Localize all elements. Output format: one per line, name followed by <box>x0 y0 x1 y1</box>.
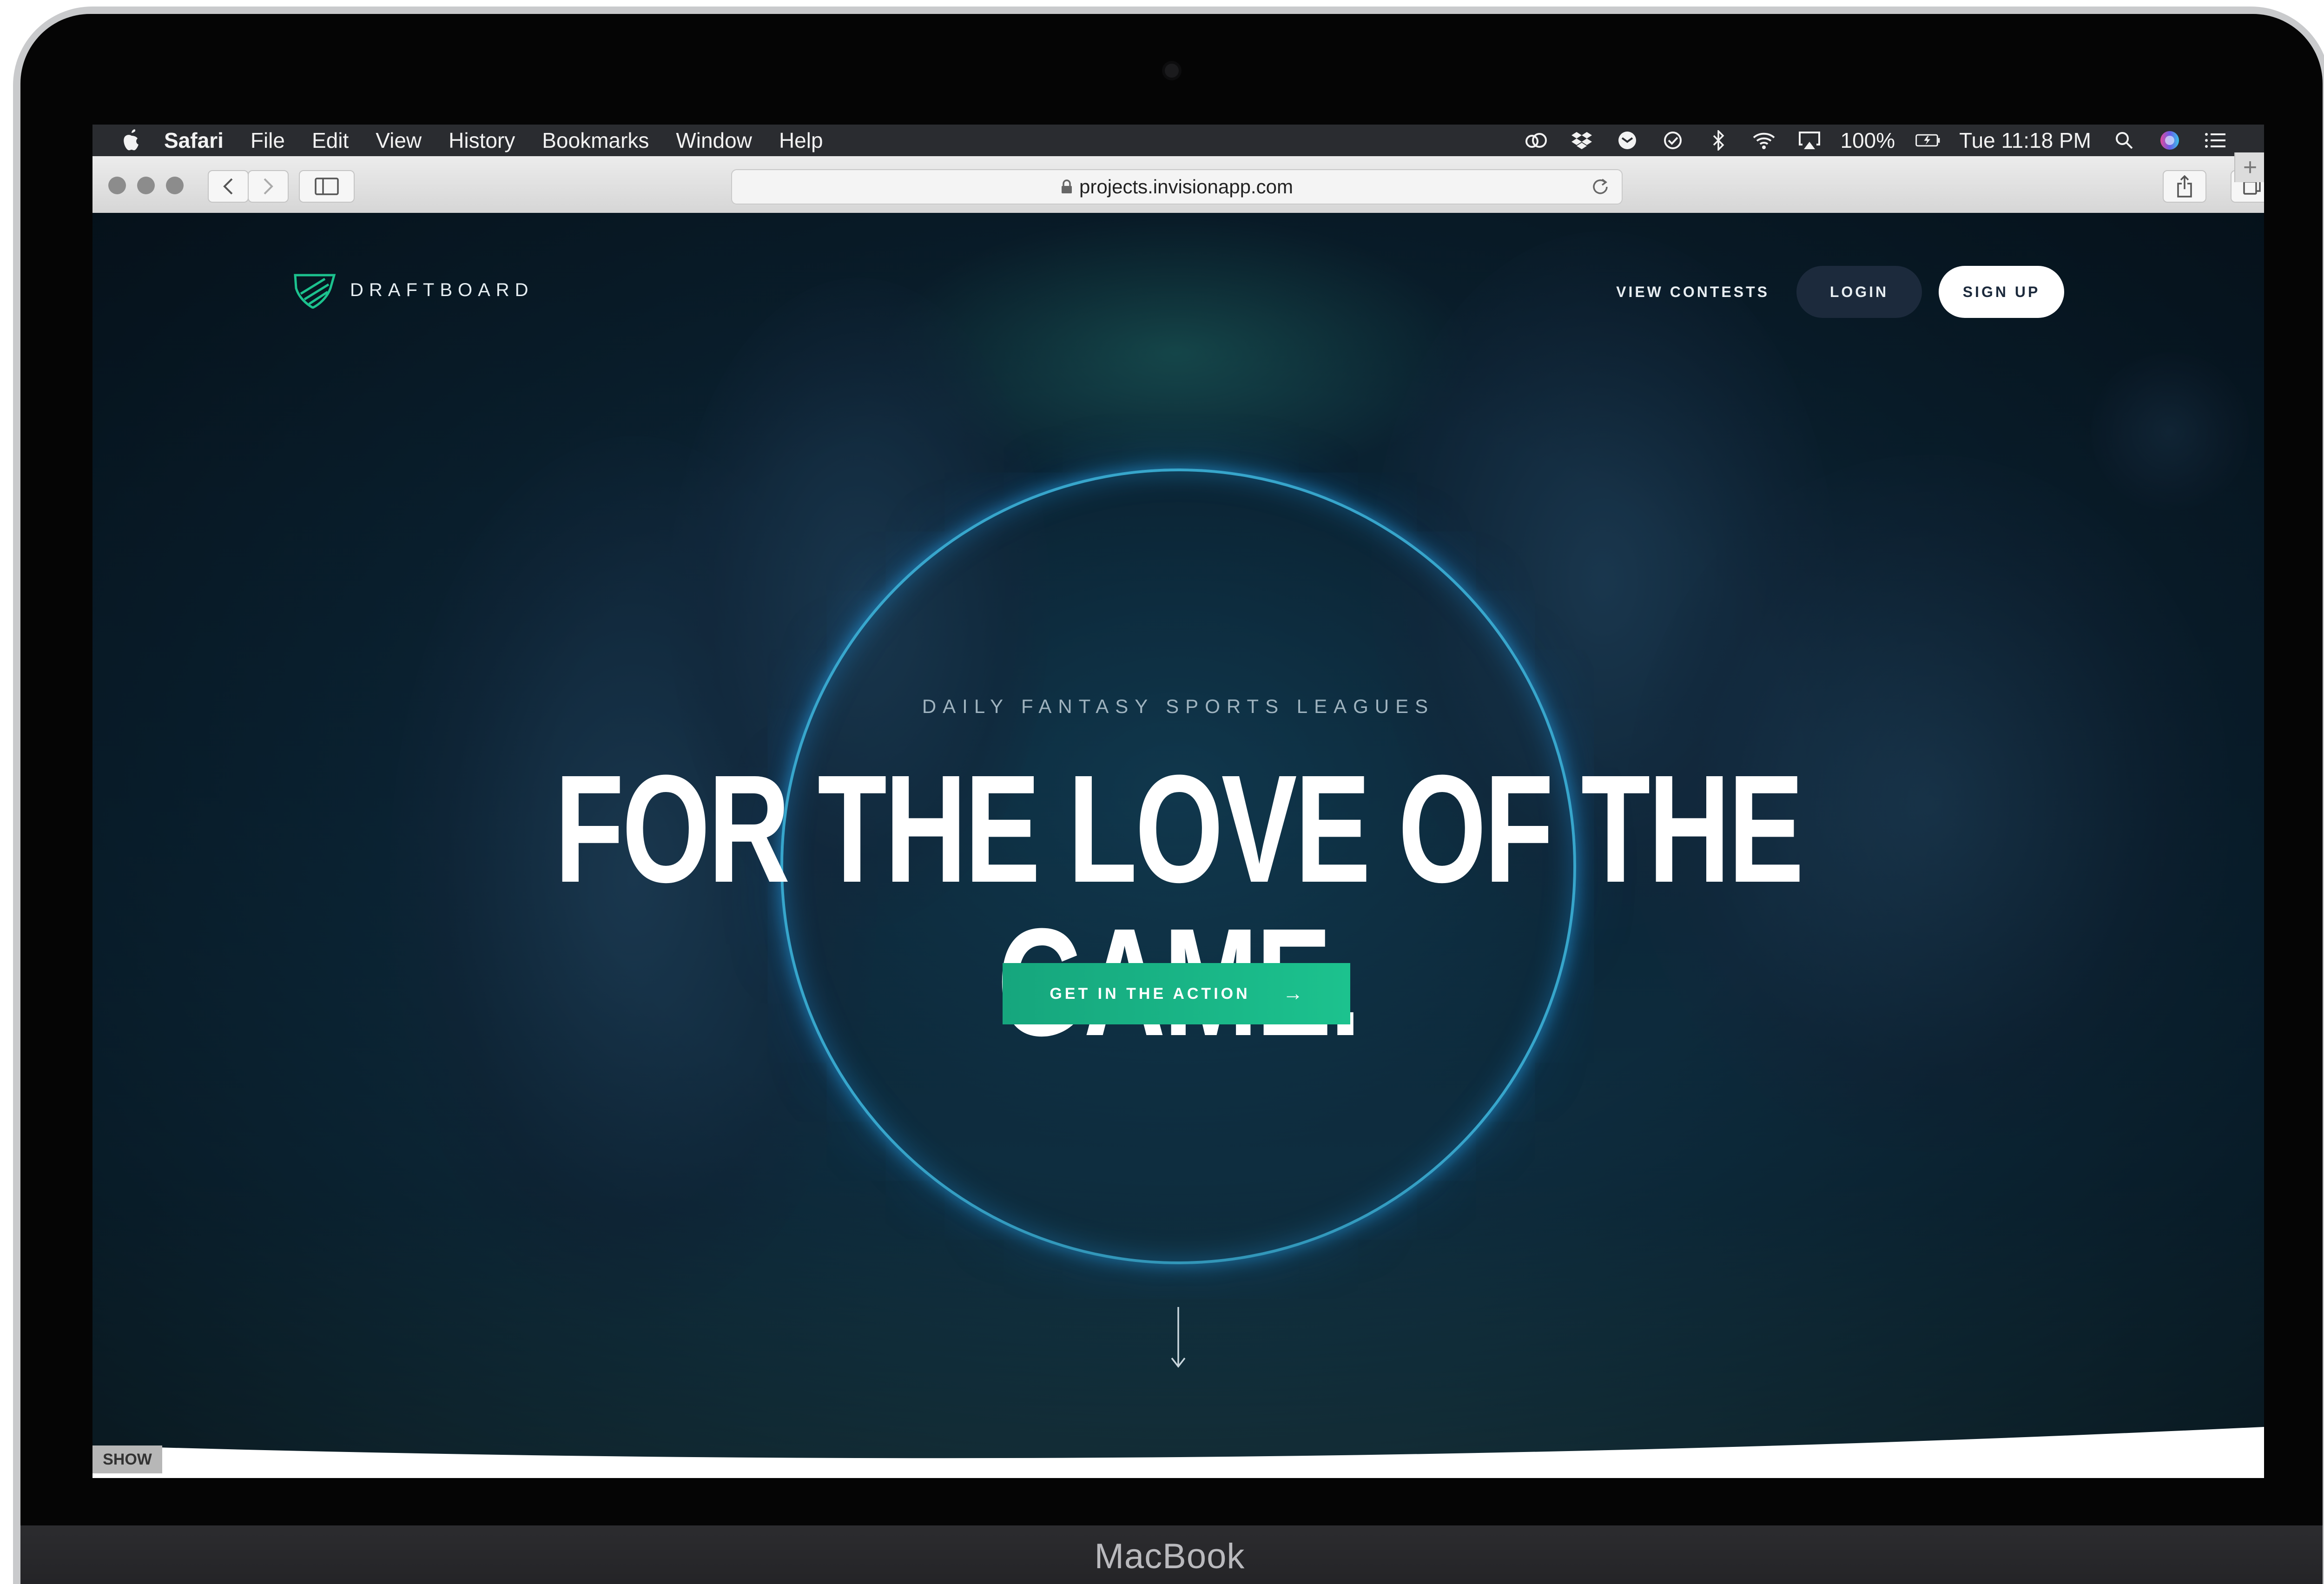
battery-percent: 100% <box>1840 128 1895 152</box>
address-bar[interactable]: projects.invisionapp.com <box>731 169 1623 205</box>
show-toggle-button[interactable]: SHOW <box>92 1445 162 1473</box>
chevron-left-icon <box>223 178 233 195</box>
window-close-button[interactable] <box>108 177 126 194</box>
login-button[interactable]: LOGIN <box>1796 266 1922 318</box>
sidebar-icon <box>315 178 339 195</box>
screen: Safari File Edit View History Bookmarks … <box>92 125 2264 1478</box>
cta-label: GET IN THE ACTION <box>1050 984 1250 1003</box>
checkmark-icon[interactable] <box>1660 130 1685 151</box>
share-button[interactable] <box>2163 170 2206 203</box>
scroll-down-icon[interactable] <box>1167 1305 1189 1370</box>
sidebar-button[interactable] <box>299 170 355 203</box>
device-label: MacBook <box>1094 1537 1245 1576</box>
browser-toolbar: projects.invisionapp.com <box>92 156 2264 214</box>
web-page: DRAFTBOARD VIEW CONTESTS LOGIN SIGN UP D… <box>92 213 2264 1478</box>
window-minimize-button[interactable] <box>137 177 155 194</box>
share-icon <box>2177 175 2192 198</box>
brand-logo[interactable]: DRAFTBOARD <box>292 271 534 309</box>
chevron-right-icon <box>264 178 273 195</box>
signup-button[interactable]: SIGN UP <box>1939 266 2064 318</box>
camera <box>1165 64 1179 78</box>
top-nav: VIEW CONTESTS LOGIN SIGN UP <box>1616 266 2064 318</box>
dropbox-icon[interactable] <box>1569 130 1594 151</box>
airplay-icon[interactable] <box>1797 130 1822 151</box>
apple-menu-icon[interactable] <box>121 128 142 152</box>
back-button[interactable] <box>208 170 249 203</box>
forward-button[interactable] <box>248 170 289 203</box>
menubar-clock[interactable]: Tue 11:18 PM <box>1959 128 2091 153</box>
menu-help[interactable]: Help <box>779 128 823 153</box>
bluetooth-icon[interactable] <box>1706 130 1731 151</box>
menu-file[interactable]: File <box>251 128 285 153</box>
spotlight-icon[interactable] <box>2112 130 2137 151</box>
view-contests-link[interactable]: VIEW CONTESTS <box>1616 284 1769 301</box>
menu-edit[interactable]: Edit <box>312 128 349 153</box>
invision-inspect-bar <box>92 1427 2264 1478</box>
new-tab-button[interactable]: + <box>2234 152 2264 182</box>
get-in-the-action-button[interactable]: GET IN THE ACTION → <box>1003 963 1350 1024</box>
arrow-right-icon: → <box>1282 982 1303 1005</box>
wifi-icon[interactable] <box>1751 130 1776 151</box>
notification-center-icon[interactable] <box>2203 130 2228 151</box>
menu-app-name[interactable]: Safari <box>164 128 224 153</box>
brand-name: DRAFTBOARD <box>350 279 534 300</box>
menu-bookmarks[interactable]: Bookmarks <box>542 128 649 153</box>
menu-window[interactable]: Window <box>676 128 752 153</box>
menu-bar: Safari File Edit View History Bookmarks … <box>92 125 2264 156</box>
menu-view[interactable]: View <box>376 128 422 153</box>
draftboard-logo-icon <box>294 274 336 309</box>
plus-icon: + <box>2243 154 2258 181</box>
creative-cloud-icon[interactable] <box>1524 130 1549 151</box>
app-icon[interactable] <box>1615 130 1640 151</box>
window-zoom-button[interactable] <box>166 177 184 194</box>
hero-eyebrow: DAILY FANTASY SPORTS LEAGUES <box>922 695 1435 717</box>
siri-icon[interactable] <box>2157 130 2182 151</box>
url-text: projects.invisionapp.com <box>1079 176 1293 198</box>
menu-history[interactable]: History <box>449 128 515 153</box>
status-area: 100% Tue 11:18 PM <box>1503 125 2228 156</box>
reload-icon[interactable] <box>1590 177 1611 197</box>
battery-icon[interactable] <box>1915 130 1941 151</box>
lock-icon <box>1062 179 1072 193</box>
